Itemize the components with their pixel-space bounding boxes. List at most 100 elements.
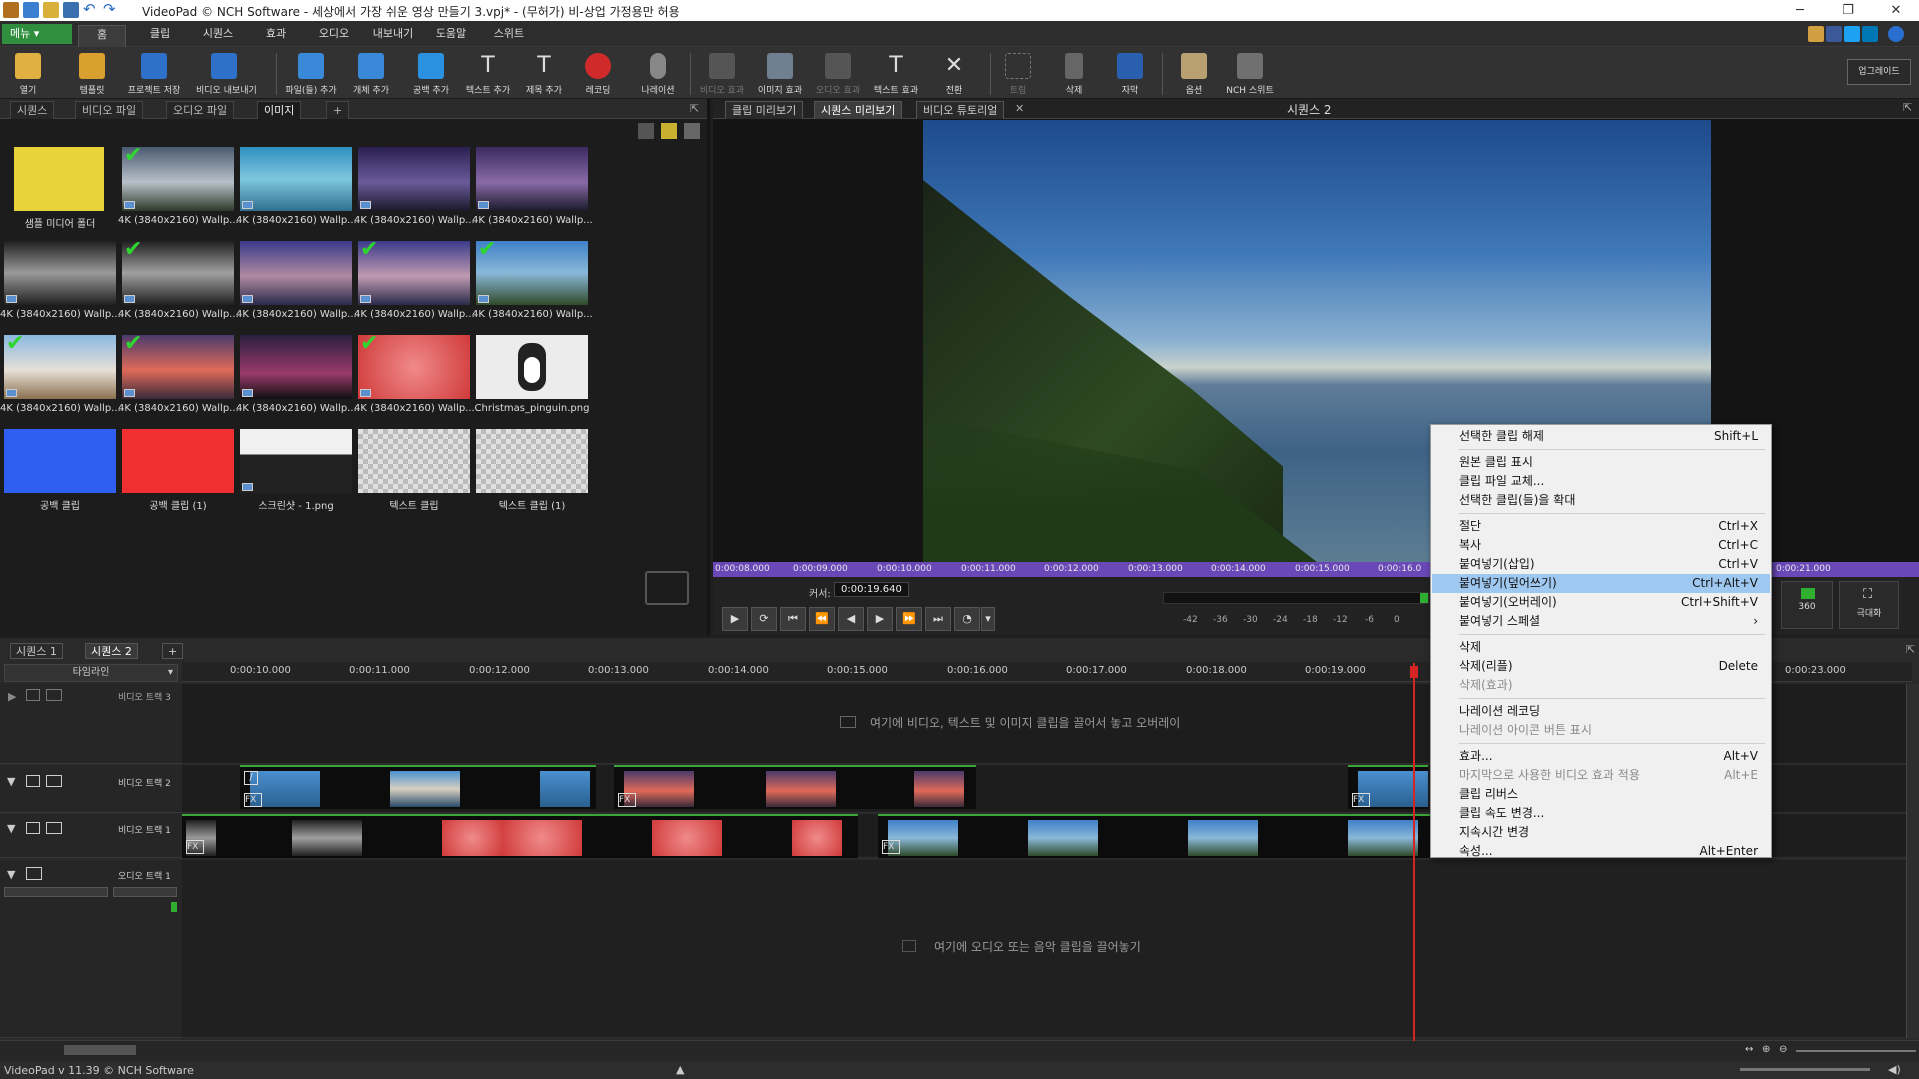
tab-suite[interactable]: 스위트 <box>486 25 532 47</box>
options-button[interactable]: 옵션 <box>1166 51 1222 97</box>
add-files-button[interactable]: 파일(들) 추가 <box>283 51 339 97</box>
zoom-in-icon[interactable]: ⊕ <box>1762 1044 1770 1055</box>
bin-item[interactable]: 4K (3840x2160) Wallp... <box>354 147 474 237</box>
tab-images[interactable]: 이미지 <box>257 101 302 119</box>
speed-dropdown-icon[interactable]: ▾ <box>981 607 995 631</box>
audio-effects-button[interactable]: 오디오 효과 <box>810 51 866 97</box>
add-object-button[interactable]: 개체 추가 <box>343 51 399 97</box>
menu-item[interactable]: 붙여넣기(덮어쓰기) Ctrl+Alt+V <box>1432 574 1770 593</box>
expand-icon[interactable]: ▶ <box>8 690 16 703</box>
tab-video-tutorial[interactable]: 비디오 튜토리얼 <box>916 101 1005 119</box>
record-button[interactable]: 레코딩 <box>570 51 626 97</box>
video-scrollbar[interactable] <box>1906 684 1919 860</box>
bin-item[interactable]: 4K (3840x2160) Wallp... <box>236 335 356 425</box>
redo-icon[interactable]: ↷ <box>103 2 119 18</box>
bin-item[interactable]: ✔ 4K (3840x2160) Wallp... <box>354 239 474 331</box>
add-sequence-button[interactable]: + <box>162 643 184 659</box>
tab-home[interactable]: 홈 <box>78 25 126 47</box>
fx-icon[interactable]: FX <box>882 840 900 854</box>
menu-item[interactable]: 삭제(리플) Delete <box>1432 657 1770 676</box>
play-button[interactable]: ▶ <box>722 607 748 631</box>
new-icon[interactable] <box>23 2 39 18</box>
menu-item[interactable]: 붙여넣기 스페셜 › <box>1432 612 1770 631</box>
frame-forward-button[interactable]: ▶ <box>867 607 893 631</box>
timeline-clip[interactable]: FX <box>614 765 976 809</box>
bin-item[interactable]: 공백 클립 <box>4 429 116 519</box>
tab-sequence-1[interactable]: 시퀀스 1 <box>10 643 63 659</box>
track-options-icon[interactable] <box>46 775 62 787</box>
transition-button[interactable]: ✕ 전환 <box>926 51 982 97</box>
add-title-button[interactable]: T 제목 추가 <box>516 51 572 97</box>
text-effects-button[interactable]: T 텍스트 효과 <box>868 51 924 97</box>
menu-item[interactable]: 지속시간 변경 <box>1432 823 1770 842</box>
tab-sequences[interactable]: 시퀀스 <box>10 101 55 119</box>
bin-item[interactable]: 4K (3840x2160) Wallp... <box>236 241 356 331</box>
menu-item[interactable]: 삭제 <box>1432 638 1770 657</box>
timeline-clip[interactable]: / FX <box>240 765 596 809</box>
go-end-button[interactable]: ⏭ <box>925 607 951 631</box>
audio-icon[interactable]: ◀) <box>1888 1063 1901 1076</box>
open-button[interactable]: 열기 <box>0 51 56 97</box>
frame-back-button[interactable]: ◀ <box>838 607 864 631</box>
export-video-button[interactable]: 비디오 내보내기 <box>196 51 257 97</box>
trim-button[interactable]: 트림 <box>990 51 1046 97</box>
save-icon[interactable] <box>63 2 79 18</box>
bin-item[interactable]: 텍스트 클립 (1) <box>476 429 588 519</box>
bin-item[interactable]: ✔ 4K (3840x2160) Wallp... <box>118 333 238 425</box>
tab-clip[interactable]: 클립 <box>138 25 182 47</box>
fit-timeline-icon[interactable]: ↔ <box>1745 1044 1753 1055</box>
bin-item[interactable]: ✔ 4K (3840x2160) Wallp... <box>354 333 474 425</box>
menu-item[interactable]: 붙여넣기(삽입) Ctrl+V <box>1432 555 1770 574</box>
save-project-button[interactable]: 프로젝트 저장 <box>126 51 182 97</box>
collapse-icon[interactable]: ▼ <box>7 775 15 788</box>
new-folder-icon[interactable] <box>661 123 677 139</box>
help-icon[interactable] <box>1888 26 1904 42</box>
add-text-button[interactable]: T 텍스트 추가 <box>460 51 516 97</box>
collapse-icon[interactable]: ▼ <box>7 868 15 881</box>
360-button[interactable]: 360 <box>1781 581 1833 629</box>
scroll-up-icon[interactable]: ▲ <box>676 1063 684 1076</box>
tab-help[interactable]: 도움말 <box>428 25 474 47</box>
zoom-slider[interactable] <box>1796 1050 1916 1052</box>
loop-button[interactable]: ⟳ <box>751 607 777 631</box>
menu-item[interactable]: 효과... Alt+V <box>1432 747 1770 766</box>
bin-item[interactable]: 샘플 미디어 폴더 <box>4 147 116 237</box>
close-tab-icon[interactable]: ✕ <box>1015 102 1024 115</box>
bin-item[interactable]: ✔ 4K (3840x2160) Wallp... <box>472 239 592 331</box>
tab-audio[interactable]: 오디오 <box>312 25 356 47</box>
add-bin-tab-button[interactable]: + <box>326 101 350 119</box>
fx-icon[interactable]: FX <box>186 840 204 854</box>
bin-item[interactable]: ✔ 4K (3840x2160) Wallp... <box>118 145 238 237</box>
step-back-button[interactable]: ⏪ <box>809 607 835 631</box>
subtitle-button[interactable]: 자막 <box>1102 51 1158 97</box>
speaker-icon[interactable] <box>26 867 42 880</box>
bin-item[interactable]: 4K (3840x2160) Wallp... <box>236 147 356 237</box>
go-start-button[interactable]: ⏮ <box>780 607 806 631</box>
menu-item[interactable]: 속성... Alt+Enter <box>1432 842 1770 861</box>
open-folder-icon[interactable] <box>43 2 59 18</box>
bin-item[interactable]: ✔ 4K (3840x2160) Wallp... <box>118 239 238 331</box>
tab-audio-files[interactable]: 오디오 파일 <box>166 101 235 119</box>
tab-export[interactable]: 내보내기 <box>368 25 418 47</box>
close-button[interactable]: ✕ <box>1873 0 1919 21</box>
menu-item[interactable]: 선택한 클립(들)을 확대 <box>1432 491 1770 510</box>
clip-fade-icon[interactable]: / <box>244 771 258 785</box>
fx-icon[interactable]: FX <box>1352 793 1370 807</box>
maximize-preview-button[interactable]: ⛶ 극대화 <box>1839 581 1899 629</box>
track-audio-1[interactable]: 여기에 오디오 또는 음악 클립을 끌어놓기 <box>182 860 1912 1038</box>
zoom-out-icon[interactable]: ⊖ <box>1779 1044 1787 1055</box>
bin-item[interactable]: 스크린샷 - 1.png <box>240 429 352 519</box>
menu-item[interactable]: 절단 Ctrl+X <box>1432 517 1770 536</box>
timeline-clip[interactable]: FX <box>182 814 502 858</box>
template-button[interactable]: 템플릿 <box>64 51 120 97</box>
undo-icon[interactable]: ↶ <box>83 2 99 18</box>
timeline-clip[interactable] <box>502 814 858 858</box>
pan-slider[interactable] <box>113 887 177 897</box>
image-effects-button[interactable]: 이미지 효과 <box>752 51 808 97</box>
undock-icon[interactable]: ⇱ <box>1906 643 1915 656</box>
eye-icon[interactable] <box>26 775 40 787</box>
volume-slider[interactable] <box>4 887 108 897</box>
timeline-clip[interactable]: FX <box>1348 765 1428 809</box>
bin-item[interactable]: ✔ 4K (3840x2160) Wallp... <box>0 333 120 425</box>
tab-video-files[interactable]: 비디오 파일 <box>75 101 144 119</box>
